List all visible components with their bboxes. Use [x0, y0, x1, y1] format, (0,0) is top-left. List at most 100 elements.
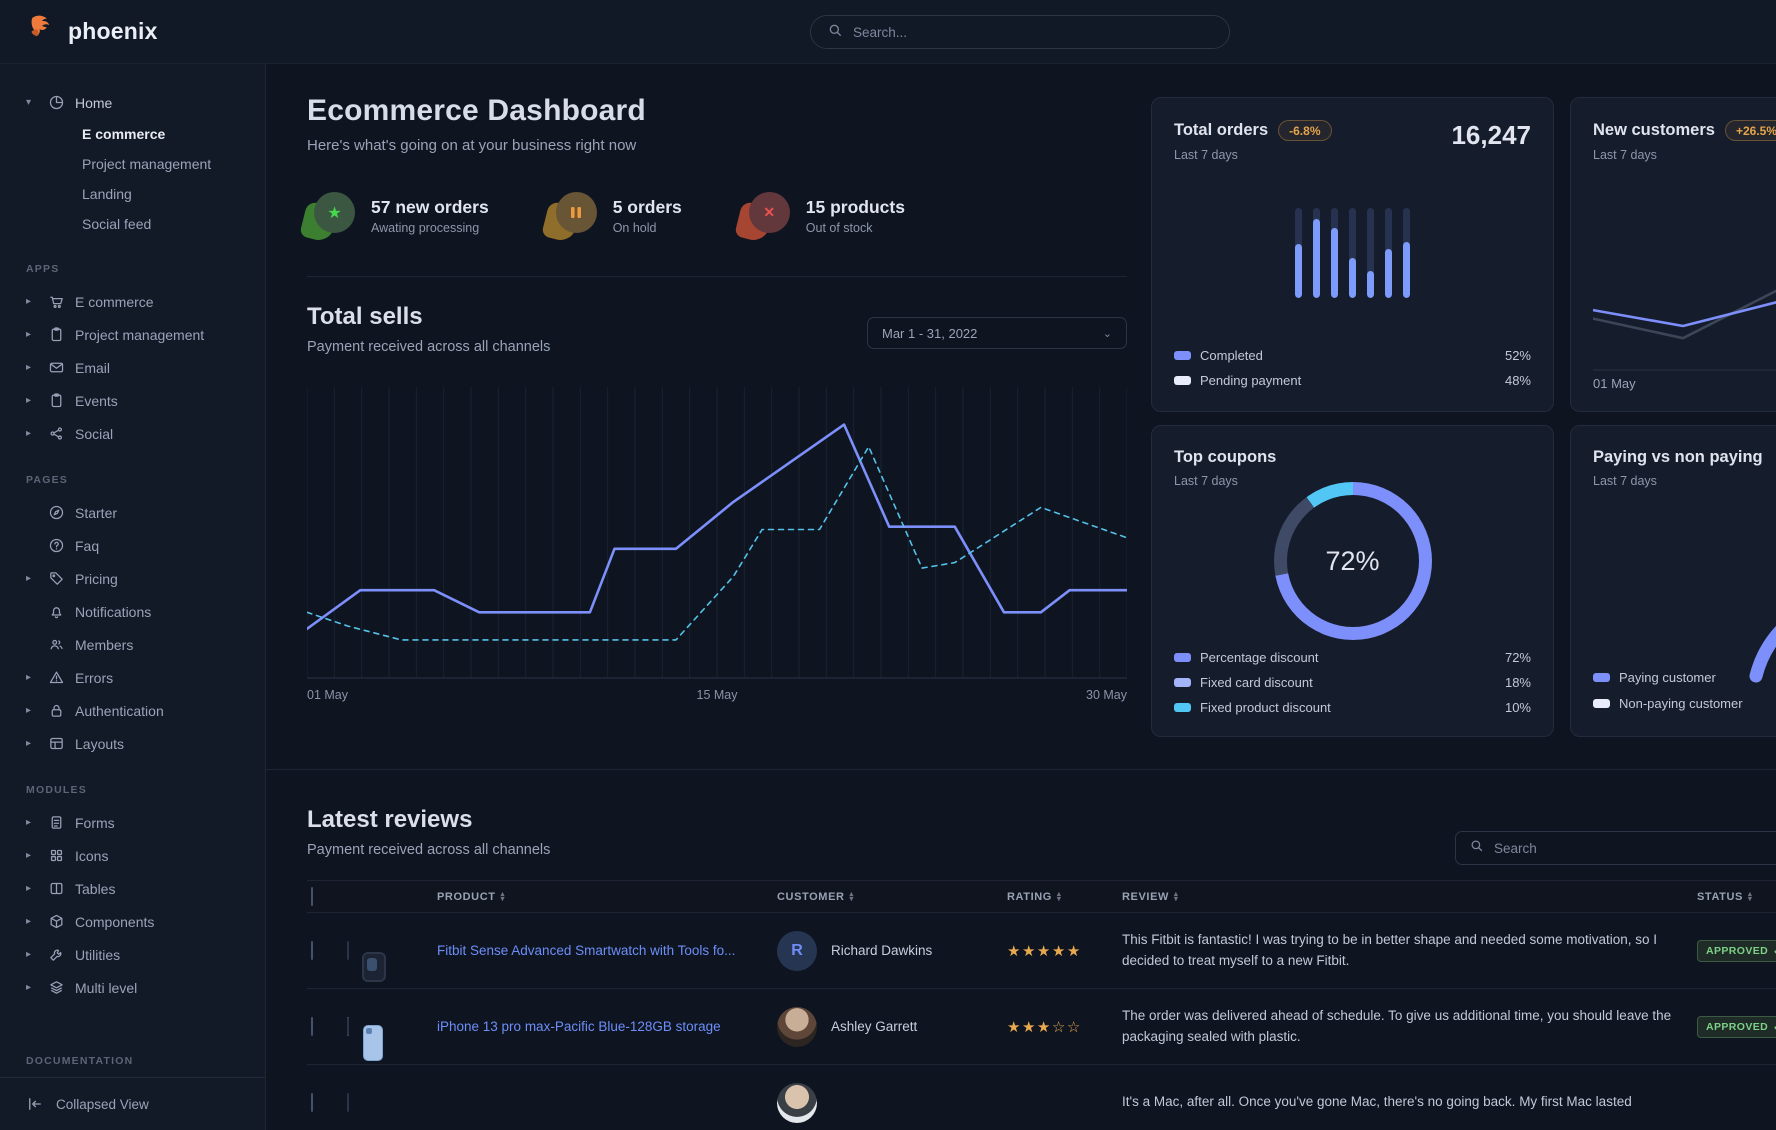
date-range-value: Mar 1 - 31, 2022 — [882, 326, 977, 341]
avatar[interactable] — [777, 1083, 817, 1123]
legend-value: 48% — [1505, 373, 1531, 388]
collapse-sidebar-button[interactable]: Collapsed View — [0, 1077, 265, 1130]
sidebar-item-members[interactable]: Members — [0, 628, 265, 661]
reviews-search-input[interactable] — [1494, 841, 1776, 856]
chevron-right-icon: ▸ — [26, 916, 39, 927]
sidebar-item-email[interactable]: ▸ Email — [0, 351, 265, 384]
trend-badge: +26.5% — [1725, 120, 1776, 141]
column-header-product[interactable]: PRODUCT▴▾ — [437, 891, 777, 903]
legend-row: Completed 52% — [1174, 343, 1531, 368]
sidebar-item-tables[interactable]: ▸ Tables — [0, 872, 265, 905]
sidebar-item-events[interactable]: ▸ Events — [0, 384, 265, 417]
sidebar-item-social-feed[interactable]: Social feed — [0, 209, 265, 239]
product-thumbnail[interactable] — [347, 941, 349, 960]
kpi-cards: Total orders -6.8% Last 7 days 16,247 Co… — [1151, 97, 1776, 737]
chevron-down-icon: ▾ — [26, 97, 39, 108]
sidebar-item-utilities[interactable]: ▸ Utilities — [0, 938, 265, 971]
grid-icon — [48, 847, 66, 865]
column-header-rating[interactable]: RATING▴▾ — [1007, 891, 1122, 903]
sidebar-item-home[interactable]: ▾ Home — [0, 86, 265, 119]
latest-reviews-section: Latest reviews Payment received across a… — [266, 770, 1776, 1130]
global-search[interactable] — [810, 15, 1230, 49]
sidebar-item-label: Members — [75, 637, 133, 653]
chevron-right-icon: ▸ — [26, 982, 39, 993]
review-text: This Fitbit is fantastic! I was trying t… — [1122, 930, 1697, 972]
sidebar-item-layouts[interactable]: ▸ Layouts — [0, 727, 265, 760]
sidebar-item-authentication[interactable]: ▸ Authentication — [0, 694, 265, 727]
order-bar — [1313, 208, 1320, 298]
sidebar-item-label: Utilities — [75, 947, 120, 963]
date-range-select[interactable]: Mar 1 - 31, 2022 ⌄ — [867, 317, 1127, 349]
customer-cell: R Richard Dawkins — [777, 931, 1007, 971]
status-badge: APPROVED✓ — [1697, 940, 1776, 962]
chevron-right-icon: ▸ — [26, 395, 39, 406]
column-header-status[interactable]: STATUS▴▾ — [1697, 891, 1776, 903]
product-thumbnail[interactable] — [347, 1093, 349, 1112]
sidebar-item-ecommerce-app[interactable]: ▸ E commerce — [0, 285, 265, 318]
sidebar-item-ecommerce[interactable]: E commerce — [0, 119, 265, 149]
row-checkbox[interactable] — [311, 1017, 313, 1036]
sort-icon: ▴▾ — [1057, 892, 1061, 901]
order-bar-fill — [1349, 258, 1356, 299]
brand-name: phoenix — [68, 18, 158, 45]
reviews-table: PRODUCT▴▾ CUSTOMER▴▾ RATING▴▾ REVIEW▴▾ S… — [307, 880, 1776, 1130]
column-header-review[interactable]: REVIEW▴▾ — [1122, 891, 1697, 903]
chevron-down-icon: ⌄ — [1103, 327, 1112, 340]
sidebar-item-icons[interactable]: ▸ Icons — [0, 839, 265, 872]
card-title: New customers — [1593, 121, 1715, 140]
sidebar-item-notifications[interactable]: Notifications — [0, 595, 265, 628]
column-header-customer[interactable]: CUSTOMER▴▾ — [777, 891, 1007, 903]
section-label-documentation: DOCUMENTATION — [0, 1055, 265, 1067]
total-sells-chart: 01 May 15 May 30 May — [307, 387, 1127, 702]
sidebar-item-label: Notifications — [75, 604, 151, 620]
sidebar-item-label: Authentication — [75, 703, 164, 719]
order-bar — [1331, 208, 1338, 298]
pause-icon — [556, 192, 597, 233]
sidebar-item-label: Tables — [75, 881, 115, 897]
total-sells-title: Total sells — [307, 303, 550, 331]
lock-icon — [48, 702, 66, 720]
legend-swatch — [1174, 653, 1191, 662]
sidebar-item-errors[interactable]: ▸ Errors — [0, 661, 265, 694]
sidebar-item-multi-level[interactable]: ▸ Multi level — [0, 971, 265, 1004]
sidebar-item-label: Icons — [75, 848, 108, 864]
select-all-checkbox[interactable] — [311, 887, 313, 906]
star-icon: ☆ — [1067, 1019, 1082, 1036]
sidebar-item-starter[interactable]: Starter — [0, 496, 265, 529]
sidebar-item-faq[interactable]: Faq — [0, 529, 265, 562]
legend-swatch — [1174, 376, 1191, 385]
product-link[interactable]: Fitbit Sense Advanced Smartwatch with To… — [437, 943, 735, 958]
table-row: iPhone 13 pro max-Pacific Blue-128GB sto… — [307, 989, 1776, 1065]
tag-icon — [48, 570, 66, 588]
stat-caption: Awating processing — [371, 221, 489, 235]
chevron-right-icon: ▸ — [26, 362, 39, 373]
main-content: Ecommerce Dashboard Here's what's going … — [266, 64, 1776, 1130]
product-link[interactable]: iPhone 13 pro max-Pacific Blue-128GB sto… — [437, 1019, 721, 1034]
compass-icon — [48, 504, 66, 522]
avatar[interactable]: R — [777, 931, 817, 971]
orders-bar-chart — [1152, 208, 1553, 298]
legend-row: Fixed product discount 10% — [1174, 695, 1531, 720]
sidebar-item-forms[interactable]: ▸ Forms — [0, 806, 265, 839]
sidebar-item-components[interactable]: ▸ Components — [0, 905, 265, 938]
sidebar-item-landing[interactable]: Landing — [0, 179, 265, 209]
sidebar-item-label: Social — [75, 426, 113, 442]
sidebar-item-project-management-app[interactable]: ▸ Project management — [0, 318, 265, 351]
card-title: Paying vs non paying — [1593, 448, 1763, 467]
search-input[interactable] — [853, 25, 1213, 40]
row-checkbox[interactable] — [311, 941, 313, 960]
reviews-search[interactable] — [1455, 831, 1776, 865]
sidebar-item-social[interactable]: ▸ Social — [0, 417, 265, 450]
sidebar-item-pricing[interactable]: ▸ Pricing — [0, 562, 265, 595]
avatar[interactable] — [777, 1007, 817, 1047]
row-checkbox[interactable] — [311, 1093, 313, 1112]
x-axis-labels: 01 May 15 May 30 May — [307, 688, 1127, 702]
app-root: phoenix ▾ Home E commerce Project manage… — [0, 0, 1776, 1130]
sort-icon: ▴▾ — [1748, 892, 1752, 901]
legend-label: Completed — [1200, 348, 1263, 363]
stat-new-orders: ★ 57 new orders Awating processing — [307, 192, 489, 240]
star-icon: ★ — [1067, 943, 1082, 960]
sidebar-item-project-management[interactable]: Project management — [0, 149, 265, 179]
brand-logo[interactable]: phoenix — [0, 13, 158, 50]
product-thumbnail[interactable] — [347, 1017, 349, 1036]
